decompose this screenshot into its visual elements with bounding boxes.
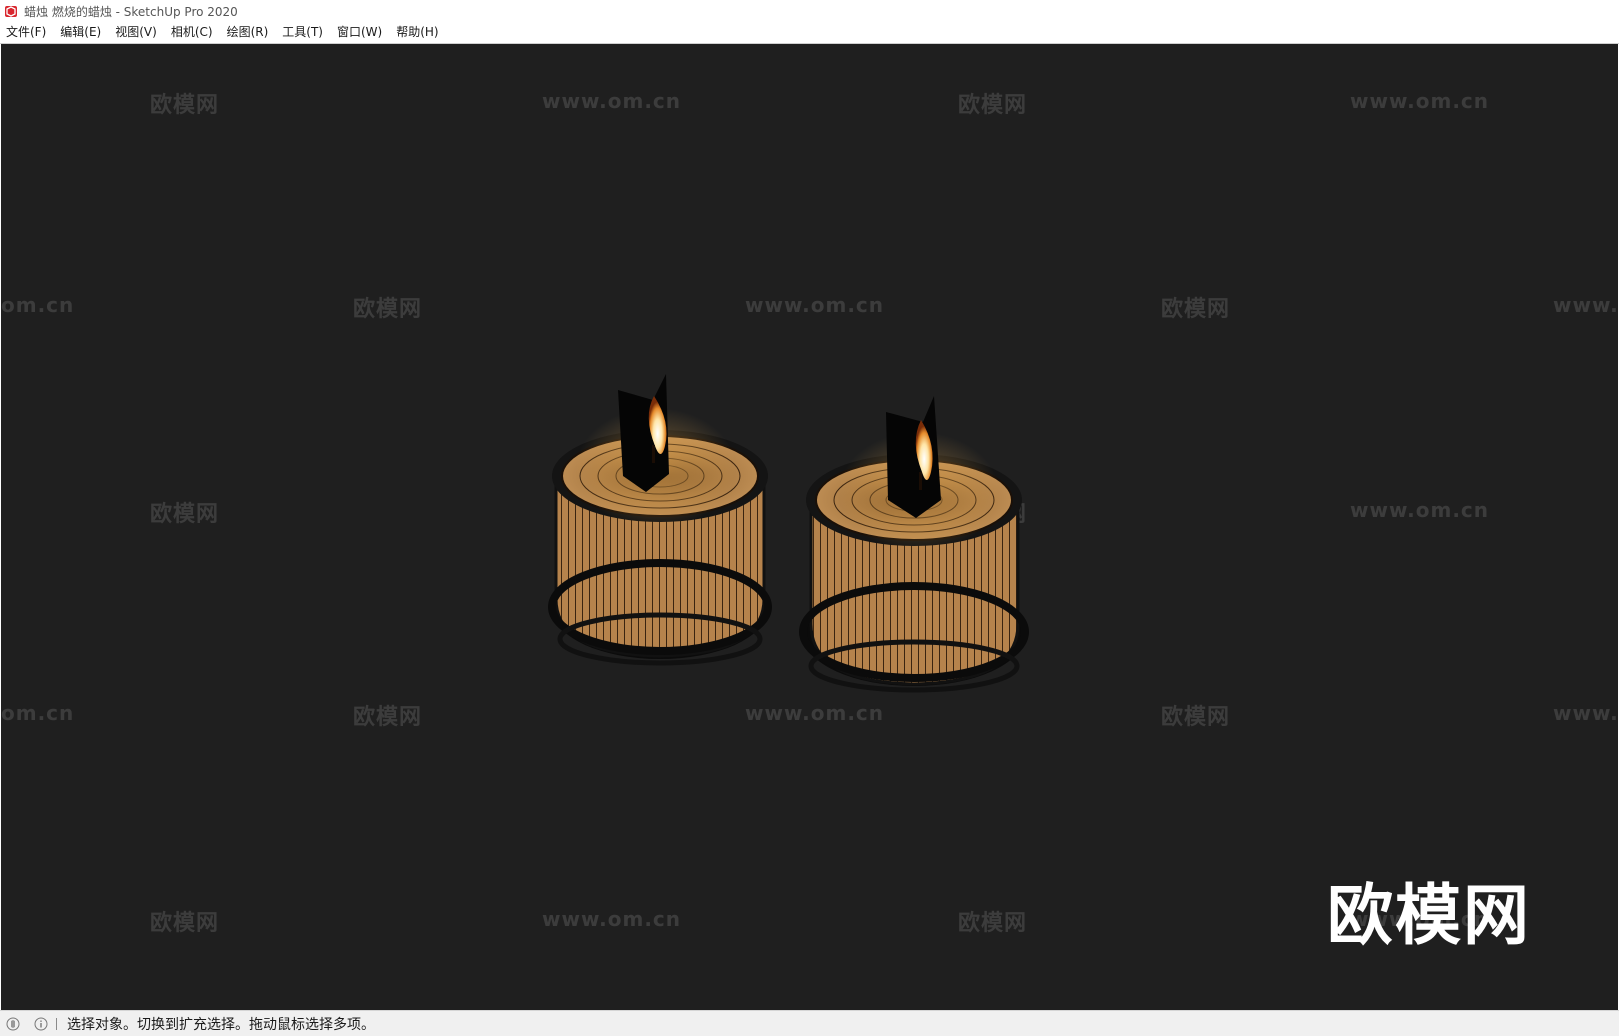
title-bar: 蜡烛 燃烧的蜡烛 - SketchUp Pro 2020 xyxy=(0,0,1619,22)
candle-right[interactable] xyxy=(799,396,1029,693)
menu-bar: 文件(F) 编辑(E) 视图(V) 相机(C) 绘图(R) 工具(T) 窗口(W… xyxy=(0,22,1619,44)
watermark-brand-large: 欧模网 xyxy=(1327,877,1531,954)
status-message: 选择对象。切换到扩充选择。拖动鼠标选择多项。 xyxy=(67,1017,375,1033)
candle-left[interactable] xyxy=(548,374,772,666)
info-icon[interactable] xyxy=(34,1017,48,1031)
status-bar: 选择对象。切换到扩充选择。拖动鼠标选择多项。 xyxy=(0,1010,1619,1036)
menu-tools[interactable]: 工具(T) xyxy=(275,23,330,42)
window-title: 蜡烛 燃烧的蜡烛 - SketchUp Pro 2020 xyxy=(24,4,238,19)
menu-file[interactable]: 文件(F) xyxy=(0,23,53,42)
menu-help[interactable]: 帮助(H) xyxy=(389,23,445,42)
3d-viewport[interactable]: 欧模网 www.om.cn 欧模网 www.om.cn om.cn 欧模网 ww… xyxy=(1,44,1618,1010)
geo-location-icon[interactable] xyxy=(6,1017,20,1031)
status-divider xyxy=(56,1018,57,1030)
menu-camera[interactable]: 相机(C) xyxy=(164,23,220,42)
menu-edit[interactable]: 编辑(E) xyxy=(53,23,108,42)
sketchup-logo-icon xyxy=(5,6,17,17)
menu-window[interactable]: 窗口(W) xyxy=(330,23,389,42)
menu-view[interactable]: 视图(V) xyxy=(108,23,164,42)
menu-draw[interactable]: 绘图(R) xyxy=(220,23,276,42)
sketchup-window: 蜡烛 燃烧的蜡烛 - SketchUp Pro 2020 文件(F) 编辑(E)… xyxy=(0,0,1619,1036)
